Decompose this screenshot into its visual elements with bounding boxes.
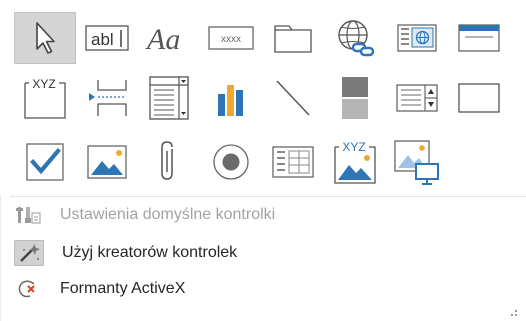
list-box-cell[interactable] [386, 72, 448, 124]
option-button-cell[interactable] [200, 136, 262, 188]
svg-text:xxxx: xxxx [221, 34, 241, 45]
chart-icon [218, 85, 243, 116]
check-box-cell[interactable] [14, 136, 76, 188]
menu-item-label: Użyj kreatorów kontrolek [62, 244, 238, 261]
list-box-icon [396, 84, 438, 112]
resize-grip-icon[interactable] [508, 307, 518, 317]
check-box-icon [26, 143, 64, 181]
navigation-control-icon [458, 24, 500, 52]
menu-item-activex[interactable]: Formanty ActiveX [0, 272, 526, 306]
select-pointer-icon [36, 22, 55, 54]
svg-text:XYZ: XYZ [32, 77, 55, 91]
toggle-button-cell[interactable] [324, 72, 386, 124]
label-icon: Aa [145, 23, 180, 55]
text-box-cell[interactable]: abl [76, 12, 138, 64]
navigation-control-cell[interactable] [448, 12, 510, 64]
hyperlink-cell[interactable] [324, 12, 386, 64]
rectangle-cell[interactable] [448, 72, 510, 124]
option-group-icon: XYZ [24, 77, 66, 119]
attachment-icon [161, 141, 173, 180]
page-break-icon [89, 80, 127, 116]
activex-icon [14, 277, 42, 301]
tab-control-cell[interactable] [262, 12, 324, 64]
web-browser-cell[interactable] [386, 12, 448, 64]
option-group-cell[interactable]: XYZ [14, 72, 76, 124]
attachment-cell[interactable] [138, 136, 200, 188]
image-icon [394, 140, 439, 185]
label-cell[interactable]: Aa [138, 12, 200, 64]
menu-item-label: Ustawienia domyślne kontrolki [60, 206, 276, 223]
combo-box-icon [149, 76, 189, 120]
bound-object-frame-icon: XYZ [334, 140, 376, 184]
svg-text:XYZ: XYZ [342, 140, 365, 154]
menu-item-control-wizards[interactable]: Użyj kreatorów kontrolek [0, 236, 526, 270]
gallery-separator [10, 196, 526, 197]
bound-object-frame-cell[interactable]: XYZ [324, 136, 386, 188]
text-box-icon: abl [85, 25, 129, 51]
button-cell[interactable]: xxxx [200, 12, 262, 64]
image-cell[interactable] [386, 136, 448, 188]
web-browser-control-icon [397, 24, 437, 52]
subform-icon [272, 146, 314, 178]
controls-gallery: abl Aa xxxx XYZ XYZ [0, 0, 526, 195]
menu-item-control-defaults[interactable]: Ustawienia domyślne kontrolki [0, 198, 526, 232]
option-button-icon [213, 144, 249, 180]
svg-text:abl: abl [91, 30, 114, 49]
combo-box-cell[interactable] [138, 72, 200, 124]
chart-cell[interactable] [200, 72, 262, 124]
line-icon [276, 80, 310, 116]
svg-text:Aa: Aa [145, 23, 180, 55]
toggle-button-icon [342, 77, 368, 119]
unbound-object-frame-icon [87, 145, 127, 179]
subform-cell[interactable] [262, 136, 324, 188]
select-cell[interactable] [14, 12, 76, 64]
rectangle-icon [458, 83, 500, 113]
button-icon: xxxx [208, 26, 254, 50]
line-cell[interactable] [262, 72, 324, 124]
tab-control-icon [274, 25, 312, 53]
menu-item-label: Formanty ActiveX [60, 280, 186, 297]
control-defaults-icon [14, 203, 42, 227]
hyperlink-icon [338, 20, 375, 57]
control-wizards-icon [14, 240, 44, 266]
page-break-cell[interactable] [76, 72, 138, 124]
unbound-object-frame-cell[interactable] [76, 136, 138, 188]
